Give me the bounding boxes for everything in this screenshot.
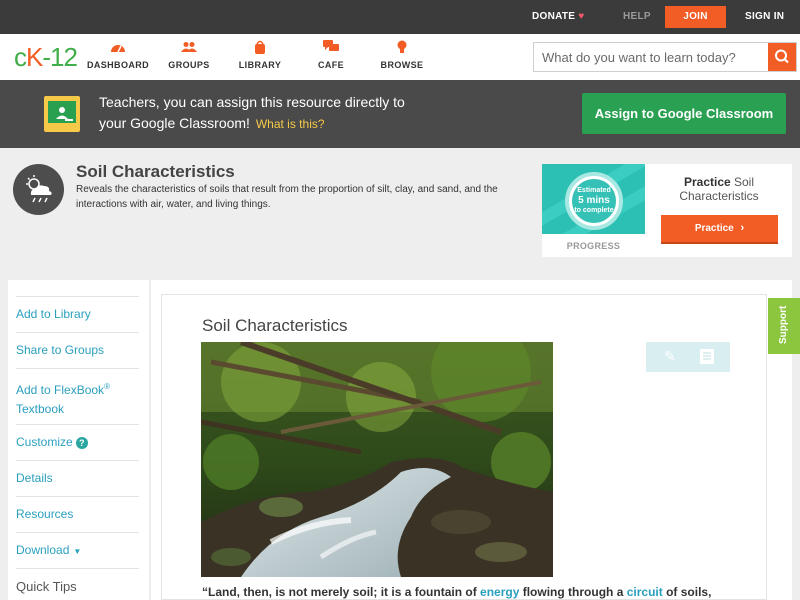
nav-browse-label: BROWSE xyxy=(380,60,424,70)
weather-cloud-icon xyxy=(13,164,64,215)
search-button[interactable] xyxy=(768,43,796,71)
forest-stream-image xyxy=(201,342,553,577)
concept-description: Reveals the characteristics of soils tha… xyxy=(76,184,498,210)
estimate-badge: Estimated 5 mins to complete xyxy=(565,172,623,230)
support-tab[interactable]: Support xyxy=(768,298,800,354)
nav-cafe-label: CAFE xyxy=(317,60,345,70)
what-is-this-link[interactable]: What is this? xyxy=(256,117,325,131)
nav-dashboard-label: DASHBOARD xyxy=(86,60,150,70)
quote-text-3: of soils, xyxy=(662,585,712,599)
pencil-icon[interactable]: ✎ xyxy=(664,348,676,365)
nav-groups[interactable]: GROUPS xyxy=(149,40,229,70)
download-label: Download xyxy=(16,543,70,557)
logo-12: -12 xyxy=(42,42,78,72)
sidebar-item-details[interactable]: Details xyxy=(16,460,139,496)
assign-google-classroom-button[interactable]: Assign to Google Classroom xyxy=(582,93,786,134)
classroom-banner-line2: your Google Classroom! What is this? xyxy=(99,115,325,131)
support-label: Support xyxy=(778,305,789,344)
top-utility-bar: DONATE ♥ HELP JOIN SIGN IN xyxy=(0,0,800,34)
cafe-chat-icon xyxy=(291,40,371,58)
main-content: Soil Characteristics ✎ “Land, then, is n… xyxy=(151,280,792,600)
join-button[interactable]: JOIN xyxy=(665,6,726,28)
registered-mark: ® xyxy=(104,382,110,391)
nav-cafe[interactable]: CAFE xyxy=(291,40,371,70)
nav-groups-label: GROUPS xyxy=(168,60,210,70)
notes-icon[interactable] xyxy=(700,349,714,364)
practice-button-label: Practice xyxy=(694,223,734,234)
google-classroom-banner: Teachers, you can assign this resource d… xyxy=(0,80,800,148)
logo-c: c xyxy=(14,42,27,72)
flexbook-label-line2: Textbook xyxy=(16,402,65,416)
estimate-minutes: 5 mins xyxy=(578,195,610,206)
classroom-banner-line1: Teachers, you can assign this resource d… xyxy=(99,94,405,110)
library-bag-icon xyxy=(220,40,300,58)
ck12-logo[interactable]: cK-12 xyxy=(14,42,78,72)
browse-lightbulb-icon xyxy=(362,40,442,58)
progress-label: PROGRESS xyxy=(566,241,621,251)
main-nav: cK-12 DASHBOARD GROUPS LIBRARY CAFE BROW… xyxy=(0,34,800,80)
help-link[interactable]: HELP xyxy=(623,0,651,34)
sidebar-item-resources[interactable]: Resources xyxy=(16,496,139,532)
nav-library-label: LIBRARY xyxy=(238,60,282,70)
dashboard-gauge-icon xyxy=(78,40,158,58)
nav-library[interactable]: LIBRARY xyxy=(220,40,300,70)
logo-k: K xyxy=(26,42,43,72)
circuit-link[interactable]: circuit xyxy=(627,585,663,599)
sign-in-link[interactable]: SIGN IN xyxy=(745,0,784,34)
practice-button[interactable]: Practice › xyxy=(661,215,778,244)
practice-card: Estimated 5 mins to complete PROGRESS Pr… xyxy=(542,164,792,257)
sidebar-item-download[interactable]: Download ▼ xyxy=(16,532,139,568)
heart-icon: ♥ xyxy=(578,11,585,22)
search-input[interactable] xyxy=(534,43,768,71)
estimate-line3: to complete xyxy=(574,207,614,214)
search-box xyxy=(533,42,797,72)
practice-title: Practice Soil Characteristics xyxy=(654,175,784,203)
sidebar-item-quick-tips[interactable]: Quick Tips xyxy=(16,568,139,600)
annotation-tools: ✎ xyxy=(646,342,730,372)
article-quote: “Land, then, is not merely soil; it is a… xyxy=(202,585,711,599)
practice-title-bold: Practice xyxy=(683,175,731,189)
concept-title: Soil Characteristics xyxy=(76,162,235,181)
flexbook-label: Add to FlexBook xyxy=(16,383,105,397)
sidebar-item-share-to-groups[interactable]: Share to Groups xyxy=(16,332,139,368)
estimate-line1: Estimated xyxy=(577,187,611,194)
search-icon xyxy=(775,49,789,64)
nav-browse[interactable]: BROWSE xyxy=(362,40,442,70)
sidebar: Add to Library Share to Groups Add to Fl… xyxy=(8,280,149,600)
article-title: Soil Characteristics xyxy=(202,316,348,335)
chevron-right-icon: › xyxy=(740,222,745,234)
donate-label: DONATE xyxy=(532,11,576,22)
sidebar-item-add-to-library[interactable]: Add to Library xyxy=(16,296,139,332)
nav-dashboard[interactable]: DASHBOARD xyxy=(78,40,158,70)
customize-label: Customize xyxy=(16,435,73,449)
sidebar-item-add-to-flexbook[interactable]: Add to FlexBook® Textbook xyxy=(16,368,139,424)
concept-header: Soil Characteristics Reveals the charact… xyxy=(0,148,800,274)
energy-link[interactable]: energy xyxy=(480,585,519,599)
groups-people-icon xyxy=(149,40,229,58)
caret-down-icon: ▼ xyxy=(73,547,82,556)
classroom-banner-line2-text: your Google Classroom! xyxy=(99,115,250,131)
sidebar-item-customize[interactable]: Customize? xyxy=(16,424,139,460)
help-question-icon[interactable]: ? xyxy=(75,437,88,449)
quote-text-1: “Land, then, is not merely soil; it is a… xyxy=(202,585,481,599)
progress-graphic: Estimated 5 mins to complete xyxy=(542,164,645,234)
donate-link[interactable]: DONATE ♥ xyxy=(532,0,585,34)
quote-text-2: flowing through a xyxy=(519,585,627,599)
google-classroom-icon xyxy=(44,96,80,132)
